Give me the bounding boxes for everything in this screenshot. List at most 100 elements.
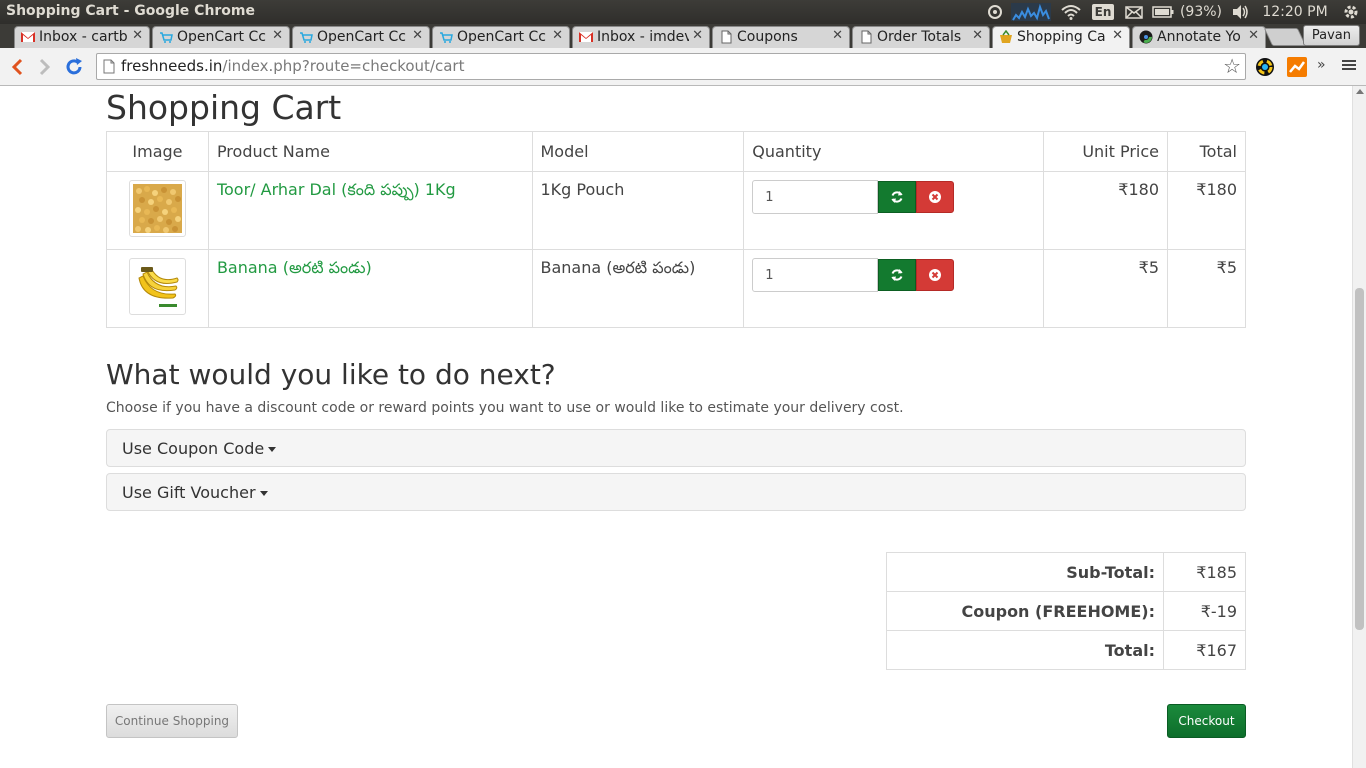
next-steps-help: Choose if you have a discount code or re…	[106, 400, 904, 416]
tab-opencart-2[interactable]: OpenCart Cc ✕	[292, 26, 430, 48]
header-total: Total	[1167, 131, 1246, 172]
tab-close-icon[interactable]: ✕	[1112, 28, 1123, 43]
dal-thumbnail[interactable]	[128, 180, 186, 237]
update-quantity-button[interactable]	[878, 259, 917, 291]
browser-toolbar: freshneeds.in/index.php?route=checkout/c…	[0, 48, 1366, 86]
clock[interactable]: 12:20 PM	[1254, 0, 1336, 24]
cart-cell-image	[106, 249, 209, 328]
cart-cell-total: ₹5	[1167, 249, 1246, 328]
tab-close-icon[interactable]: ✕	[552, 28, 563, 43]
caret-down-icon	[259, 491, 268, 496]
tab-opencart-3[interactable]: OpenCart Cc ✕	[432, 26, 570, 48]
cart-cell-quantity	[743, 171, 1045, 250]
checkout-button[interactable]: Checkout	[1167, 704, 1246, 738]
cart-cell-model: 1Kg Pouch	[531, 171, 745, 250]
tab-close-icon[interactable]: ✕	[132, 28, 143, 43]
header-model: Model	[531, 131, 745, 172]
totals-table: Sub-Total: ₹185 Coupon (FREEHOME): ₹-19 …	[886, 552, 1246, 670]
cart-row: Banana (అరటి పండు) Banana (అరటి పండు) ₹5	[106, 249, 1246, 328]
scroll-up-arrow-icon[interactable]	[1356, 89, 1364, 94]
wifi-icon[interactable]	[1054, 0, 1088, 24]
network-monitor-icon[interactable]	[1008, 0, 1054, 24]
tab-strip: Inbox - cartb ✕ OpenCart Cc ✕ OpenCart C…	[0, 24, 1366, 48]
total-label: Total:	[886, 630, 1164, 670]
settings-gear-icon[interactable]	[1336, 0, 1366, 24]
chrome-menu-icon[interactable]	[1341, 57, 1361, 77]
tab-close-icon[interactable]: ✕	[412, 28, 423, 43]
cart-cell-model: Banana (అరటి పండు)	[531, 249, 745, 328]
chrome-icon	[1139, 30, 1153, 44]
voucher-panel-title[interactable]: Use Gift Voucher	[122, 483, 268, 502]
reload-button[interactable]	[63, 56, 85, 78]
quantity-group	[752, 180, 1035, 214]
extension-color-wheel-icon[interactable]	[1255, 57, 1275, 77]
tab-close-icon[interactable]: ✕	[972, 28, 983, 43]
refresh-icon	[891, 269, 903, 281]
gift-voucher-panel[interactable]: Use Gift Voucher	[106, 473, 1246, 511]
scrollbar-thumb[interactable]	[1355, 288, 1364, 630]
caret-down-icon	[268, 447, 277, 452]
coupon-code-panel[interactable]: Use Coupon Code	[106, 429, 1246, 467]
tab-coupons[interactable]: Coupons ✕	[712, 26, 850, 48]
extension-chart-icon[interactable]	[1287, 57, 1307, 77]
cart-cell-name: Banana (అరటి పండు)	[207, 249, 533, 328]
cart-table-header-row: Image Product Name Model Quantity Unit P…	[106, 131, 1246, 172]
page-title: Shopping Cart	[106, 88, 342, 127]
sync-icon[interactable]	[982, 0, 1008, 24]
keyboard-language-indicator[interactable]: En	[1088, 0, 1118, 24]
tab-shopping-cart[interactable]: Shopping Ca ✕	[992, 26, 1130, 48]
refresh-icon	[891, 191, 903, 203]
tab-close-icon[interactable]: ✕	[1248, 28, 1259, 43]
coupon-value: ₹-19	[1163, 591, 1246, 631]
cart-cell-total: ₹180	[1167, 171, 1246, 250]
header-image: Image	[106, 131, 209, 172]
tab-opencart-1[interactable]: OpenCart Cc ✕	[152, 26, 290, 48]
subtotal-label: Sub-Total:	[886, 552, 1164, 592]
url-text: freshneeds.in/index.php?route=checkout/c…	[121, 57, 465, 75]
cart-cell-quantity	[743, 249, 1045, 328]
battery-icon[interactable]	[1150, 0, 1176, 24]
page-content: Shopping Cart Image Product Name Model Q…	[0, 86, 1352, 768]
page-scrollbar[interactable]	[1352, 86, 1366, 768]
mail-icon[interactable]	[1118, 0, 1150, 24]
tab-close-icon[interactable]: ✕	[692, 28, 703, 43]
gmail-icon	[579, 30, 593, 44]
continue-shopping-button[interactable]: Continue Shopping	[106, 704, 238, 738]
header-unit-price: Unit Price	[1043, 131, 1168, 172]
tab-inbox-cartb[interactable]: Inbox - cartb ✕	[14, 26, 150, 48]
cart-cell-unit-price: ₹5	[1043, 249, 1168, 328]
reload-icon	[66, 58, 82, 75]
tab-inbox-imdev[interactable]: Inbox - imdev ✕	[572, 26, 710, 48]
volume-icon[interactable]	[1226, 0, 1254, 24]
header-product-name: Product Name	[207, 131, 533, 172]
page-icon	[859, 30, 873, 44]
more-extensions-icon[interactable]: »	[1317, 57, 1337, 77]
tab-annotate[interactable]: Annotate Yo ✕	[1132, 26, 1266, 48]
tab-close-icon[interactable]: ✕	[832, 28, 843, 43]
quantity-input[interactable]	[752, 258, 879, 292]
tab-close-icon[interactable]: ✕	[272, 28, 283, 43]
product-link[interactable]: Banana (అరటి పండు)	[217, 258, 372, 277]
page-info-icon[interactable]	[103, 59, 115, 74]
address-bar[interactable]: freshneeds.in/index.php?route=checkout/c…	[96, 53, 1246, 80]
subtotal-value: ₹185	[1163, 552, 1246, 592]
quantity-input[interactable]	[752, 180, 879, 214]
coupon-panel-title[interactable]: Use Coupon Code	[122, 439, 277, 458]
remove-item-button[interactable]	[916, 259, 955, 291]
next-steps-title: What would you like to do next?	[106, 358, 556, 391]
banana-thumbnail[interactable]	[128, 258, 186, 315]
quantity-group	[752, 258, 1035, 292]
profile-button[interactable]: Pavan	[1302, 25, 1360, 46]
cart-cell-name: Toor/ Arhar Dal (కంది పప్పు) 1Kg	[207, 171, 533, 250]
bookmark-star-icon[interactable]: ☆	[1223, 54, 1241, 78]
opencart-cart-icon	[159, 30, 173, 44]
battery-percent: (93%)	[1179, 4, 1223, 20]
new-tab-button[interactable]	[1263, 28, 1307, 46]
remove-item-button[interactable]	[916, 181, 955, 213]
back-arrow-icon	[11, 58, 23, 76]
product-link[interactable]: Toor/ Arhar Dal (కంది పప్పు) 1Kg	[217, 180, 456, 199]
tab-order-totals[interactable]: Order Totals ✕	[852, 26, 990, 48]
forward-button[interactable]	[34, 56, 56, 78]
update-quantity-button[interactable]	[878, 181, 917, 213]
back-button[interactable]	[6, 56, 28, 78]
